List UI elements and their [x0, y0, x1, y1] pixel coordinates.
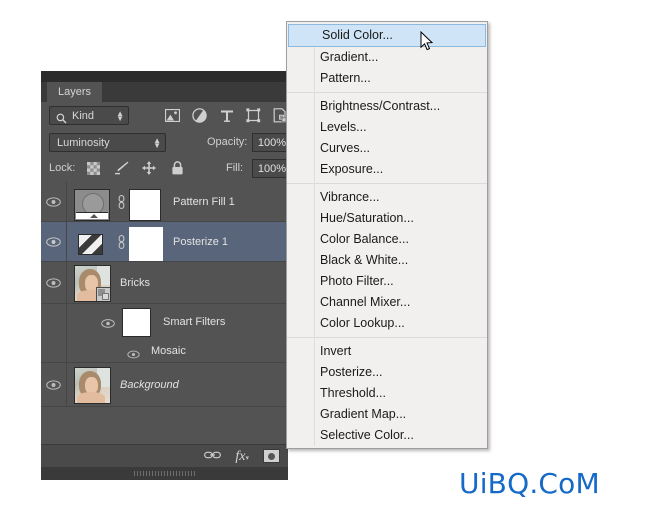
- layer-filter-row: Kind ▲ ▼: [41, 102, 303, 130]
- menu-item-invert[interactable]: Invert: [287, 341, 487, 362]
- eye-icon: [127, 350, 140, 359]
- layer-name: Bricks: [120, 276, 150, 289]
- smart-object-badge-icon: [96, 287, 110, 301]
- eye-icon: [46, 277, 61, 288]
- mosaic-eye-col: [41, 340, 67, 362]
- layer-visibility-toggle-pattern-fill[interactable]: [41, 182, 67, 221]
- lock-image-pixels-icon[interactable]: [113, 160, 129, 176]
- panel-top-strip: [41, 71, 288, 82]
- pixel-layer-filter-icon[interactable]: [164, 107, 181, 124]
- menu-item-black-and-white[interactable]: Black & White...: [287, 250, 487, 271]
- layer-list: Pattern Fill 1 Posterize 1 Bricks Smart …: [41, 182, 288, 445]
- menu-item-channel-mixer[interactable]: Channel Mixer...: [287, 292, 487, 313]
- layer-mask-thumbnail-active[interactable]: [129, 227, 163, 261]
- chevron-updown-icon: ▲ ▼: [116, 109, 124, 123]
- smart-filters-eye-col: [41, 304, 67, 340]
- layer-visibility-toggle-bricks[interactable]: [41, 262, 67, 303]
- type-layer-filter-icon[interactable]: [218, 107, 235, 124]
- smart-filter-mask-thumbnail[interactable]: [122, 308, 151, 337]
- menu-separator: [287, 183, 487, 184]
- link-mask-icon[interactable]: [116, 235, 126, 249]
- layer-name: Mosaic: [151, 345, 186, 357]
- filter-kind-select[interactable]: Kind ▲ ▼: [49, 106, 129, 125]
- link-mask-icon[interactable]: [116, 195, 126, 209]
- opacity-label: Opacity:: [207, 136, 248, 148]
- menu-item-vibrance[interactable]: Vibrance...: [287, 187, 487, 208]
- add-adjustment-layer-icon[interactable]: [263, 449, 280, 463]
- eye-icon: [46, 379, 61, 390]
- filter-kind-label: Kind: [72, 110, 95, 122]
- menu-item-levels[interactable]: Levels...: [287, 117, 487, 138]
- watermark-text: UiBQ.CoM: [459, 467, 600, 500]
- menu-item-gradient[interactable]: Gradient...: [287, 47, 487, 68]
- lock-label: Lock:: [49, 162, 76, 174]
- menu-item-gradient-map[interactable]: Gradient Map...: [287, 404, 487, 425]
- layer-name: Background: [120, 378, 179, 391]
- eye-icon: [101, 319, 115, 328]
- chevron-updown-icon: ▲ ▼: [153, 136, 161, 150]
- layer-name: Posterize 1: [173, 235, 229, 248]
- filter-type-icons: [164, 107, 289, 124]
- panel-resize-grip[interactable]: [41, 467, 288, 480]
- link-layers-icon[interactable]: [204, 447, 222, 465]
- layers-panel-footer: fx▾: [41, 444, 288, 467]
- lock-transparent-pixels-icon[interactable]: [85, 160, 101, 176]
- menu-item-photo-filter[interactable]: Photo Filter...: [287, 271, 487, 292]
- menu-item-hue-saturation[interactable]: Hue/Saturation...: [287, 208, 487, 229]
- layers-panel: Layers Kind ▲ ▼ Luminosity ▲ ▼ Opacity: …: [41, 71, 310, 480]
- footer-icon-group: fx▾: [204, 445, 280, 467]
- layer-name: Smart Filters: [163, 316, 226, 328]
- pattern-fill-thumbnail[interactable]: [74, 189, 110, 221]
- table-row[interactable]: Bricks: [41, 262, 288, 304]
- menu-item-posterize[interactable]: Posterize...: [287, 362, 487, 383]
- add-layer-style-fx-icon[interactable]: fx▾: [235, 447, 249, 465]
- menu-separator: [287, 337, 487, 338]
- menu-item-selective-color[interactable]: Selective Color...: [287, 425, 487, 446]
- lock-all-icon[interactable]: [169, 160, 185, 176]
- table-row[interactable]: Smart Filters: [41, 304, 288, 340]
- menu-item-curves[interactable]: Curves...: [287, 138, 487, 159]
- layer-visibility-toggle-posterize[interactable]: [41, 222, 67, 261]
- new-adjustment-layer-menu: Solid Color... Gradient... Pattern... Br…: [286, 21, 488, 449]
- shape-layer-filter-icon[interactable]: [245, 107, 262, 124]
- table-row[interactable]: Posterize 1: [41, 222, 288, 262]
- menu-separator: [287, 92, 487, 93]
- menu-item-brightness-contrast[interactable]: Brightness/Contrast...: [287, 96, 487, 117]
- menu-item-exposure[interactable]: Exposure...: [287, 159, 487, 180]
- table-row[interactable]: Pattern Fill 1: [41, 182, 288, 222]
- menu-item-pattern[interactable]: Pattern...: [287, 68, 487, 89]
- lock-position-icon[interactable]: [141, 160, 157, 176]
- layer-thumbnail[interactable]: [74, 265, 111, 302]
- grip-dots-icon: [133, 471, 196, 476]
- table-row[interactable]: Mosaic: [41, 340, 288, 363]
- eye-icon: [46, 196, 61, 207]
- eye-icon: [46, 236, 61, 247]
- layer-visibility-toggle-smart-filters[interactable]: [101, 315, 115, 333]
- layer-thumbnail[interactable]: [74, 367, 111, 404]
- panel-tab-bar: Layers: [41, 82, 288, 102]
- lock-icons-group: [85, 160, 185, 176]
- search-icon: [56, 111, 67, 129]
- layer-mask-thumbnail[interactable]: [129, 189, 161, 221]
- layer-visibility-toggle-mosaic[interactable]: [127, 346, 140, 364]
- blend-mode-row: Luminosity ▲ ▼ Opacity: 100%: [41, 129, 310, 157]
- blend-mode-value: Luminosity: [57, 137, 110, 149]
- blend-mode-select[interactable]: Luminosity ▲ ▼: [49, 133, 166, 152]
- menu-item-color-lookup[interactable]: Color Lookup...: [287, 313, 487, 334]
- menu-item-solid-color[interactable]: Solid Color...: [288, 24, 486, 47]
- posterize-adjustment-thumbnail[interactable]: [78, 234, 103, 255]
- mouse-arrow-cursor: [420, 30, 434, 52]
- table-row[interactable]: Background: [41, 363, 288, 407]
- layer-visibility-toggle-background[interactable]: [41, 363, 67, 406]
- menu-item-threshold[interactable]: Threshold...: [287, 383, 487, 404]
- fill-label: Fill:: [226, 162, 244, 174]
- tab-layers[interactable]: Layers: [47, 82, 103, 102]
- lock-row: Lock: Fill: 100%: [41, 156, 310, 183]
- menu-item-color-balance[interactable]: Color Balance...: [287, 229, 487, 250]
- adjustment-layer-filter-icon[interactable]: [191, 107, 208, 124]
- layer-name: Pattern Fill 1: [173, 195, 235, 208]
